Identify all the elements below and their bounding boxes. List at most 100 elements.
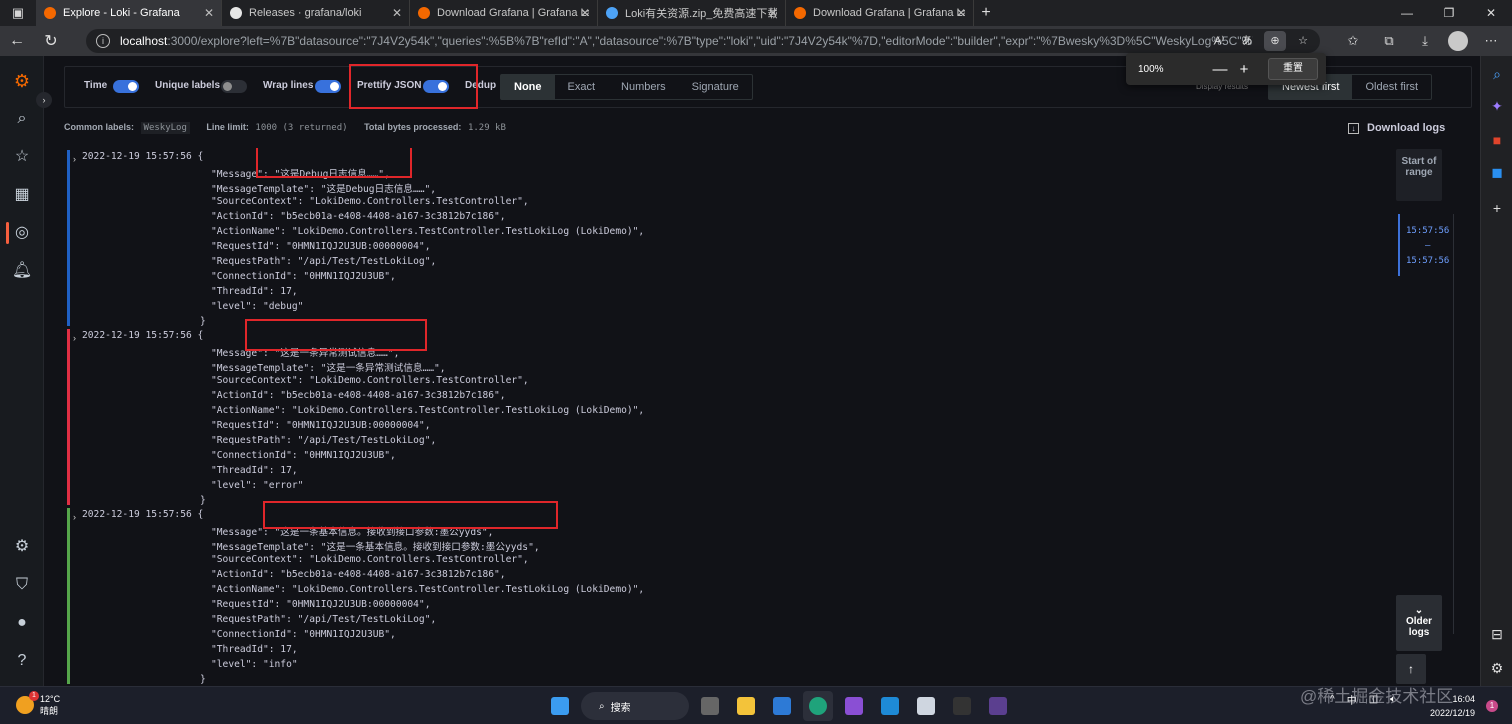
older-logs-button[interactable]: ⌄ Older logs — [1396, 595, 1442, 651]
log-row[interactable]: › 2022-12-19 15:57:56 { "Message": "这是一条… — [64, 501, 1384, 685]
terminal-button[interactable] — [947, 691, 977, 721]
search-icon[interactable]: ⌕ — [11, 108, 33, 130]
start-button[interactable] — [545, 691, 575, 721]
close-tab-icon[interactable]: ✕ — [768, 6, 778, 20]
dedup-option-exact[interactable]: Exact — [555, 75, 609, 99]
url-input[interactable]: i localhost :3000/explore?left=%7B"datas… — [86, 29, 1320, 53]
alerting-icon[interactable]: 🔔︎ — [11, 260, 33, 282]
unique-labels-toggle[interactable] — [221, 80, 247, 93]
minimize-icon[interactable]: — — [1386, 0, 1428, 26]
gear-icon[interactable]: ⚙ — [1487, 658, 1507, 678]
log-row[interactable]: › 2022-12-19 15:57:56 { "Message": "这是De… — [64, 148, 1384, 327]
zoom-icon[interactable]: ⊕ — [1264, 31, 1286, 51]
shield-icon[interactable]: ⛉ — [11, 574, 33, 596]
read-aloud-icon[interactable]: A⁾ — [1208, 31, 1230, 51]
vscode-icon — [881, 697, 899, 715]
log-row[interactable]: › 2022-12-19 15:57:56 { "Message": "这是一条… — [64, 319, 1384, 506]
notification-badge[interactable]: 1 — [1486, 700, 1498, 712]
vscode-button[interactable] — [875, 691, 905, 721]
translate-icon[interactable]: あ — [1236, 31, 1258, 51]
closing-brace: } — [200, 674, 206, 685]
url-path: :3000/explore?left=%7B"datasource":"7J4V… — [167, 34, 1254, 48]
task-view-button[interactable] — [695, 691, 725, 721]
help-icon[interactable]: ? — [11, 650, 33, 672]
outlook-icon[interactable]: ◼ — [1487, 162, 1507, 182]
favorite-add-icon[interactable]: ☆ — [1292, 31, 1314, 51]
dashboards-icon[interactable]: ▦ — [11, 184, 33, 206]
log-line: "RequestPath": "/api/Test/TestLokiLog", — [211, 256, 437, 267]
close-window-icon[interactable]: ✕ — [1470, 0, 1512, 26]
closing-brace: } — [200, 316, 206, 327]
edge-button[interactable] — [803, 691, 833, 721]
weather-widget[interactable]: 1 12°C 晴朗 — [16, 691, 60, 717]
browser-tab[interactable]: Explore - Loki - Grafana ✕ — [36, 0, 222, 26]
new-tab-icon[interactable]: + — [974, 4, 998, 22]
visual-studio-button[interactable] — [839, 691, 869, 721]
copilot-icon[interactable]: ✦ — [1487, 96, 1507, 116]
tab-actions-icon[interactable]: ▣ — [0, 0, 36, 26]
browser-tab[interactable]: Releases · grafana/loki ✕ — [222, 0, 410, 26]
start-of-range-button[interactable]: Start of range — [1396, 149, 1442, 201]
close-tab-icon[interactable]: ✕ — [204, 6, 214, 20]
range-time-label[interactable]: 15:57:56 — 15:57:56 — [1406, 224, 1449, 269]
file-explorer-button[interactable] — [731, 691, 761, 721]
office-icon[interactable]: ■ — [1487, 130, 1507, 150]
browser-tab[interactable]: Download Grafana | Grafana Lab ✕ — [410, 0, 598, 26]
browser-tab[interactable]: Loki有关资源.zip_免费高速下载|百 ✕ — [598, 0, 786, 26]
bytes-processed-label: Total bytes processed: — [364, 122, 462, 132]
zoom-out-icon[interactable]: — — [1208, 61, 1232, 78]
download-logs-label: Download logs — [1367, 122, 1446, 134]
user-avatar-icon[interactable]: ● — [11, 612, 33, 634]
grafana-icon — [44, 7, 56, 19]
browser-toolbar: ✩ ⧉ ⤓ ⋯ — [1340, 29, 1504, 53]
collections-icon[interactable]: ⧉ — [1376, 29, 1402, 53]
more-icon[interactable]: ⋯ — [1478, 29, 1504, 53]
taskbar-search[interactable]: ⌕ 搜索 — [581, 692, 689, 720]
zoom-in-icon[interactable]: + — [1232, 61, 1256, 78]
chevron-right-icon[interactable]: › — [73, 512, 76, 522]
zoom-reset-button[interactable]: 重置 — [1268, 58, 1318, 80]
time-label: Time — [84, 80, 108, 91]
sidebar-layout-icon[interactable]: ⊟ — [1487, 624, 1507, 644]
download-logs-button[interactable]: ↓ Download logs — [1348, 117, 1445, 139]
order-oldest-first[interactable]: Oldest first — [1352, 75, 1431, 99]
chevron-right-icon[interactable]: › — [36, 92, 52, 108]
log-line: "level": "debug" — [211, 301, 304, 312]
configuration-icon[interactable]: ⚙ — [11, 536, 33, 558]
log-line: "RequestId": "0HMN1IQJ2U3UB:00000004", — [211, 241, 431, 252]
chevron-right-icon[interactable]: › — [73, 154, 76, 164]
time-toggle[interactable] — [113, 80, 139, 93]
app-icon — [989, 697, 1007, 715]
starred-icon[interactable]: ☆ — [11, 146, 33, 168]
store-button[interactable] — [767, 691, 797, 721]
dedup-option-none[interactable]: None — [501, 75, 555, 99]
close-tab-icon[interactable]: ✕ — [956, 6, 966, 20]
downloads-icon[interactable]: ⤓ — [1412, 29, 1438, 53]
dedup-option-signature[interactable]: Signature — [679, 75, 752, 99]
close-tab-icon[interactable]: ✕ — [580, 6, 590, 20]
refresh-icon[interactable]: ↻ — [34, 26, 68, 56]
profile-avatar[interactable] — [1448, 31, 1468, 51]
close-tab-icon[interactable]: ✕ — [392, 6, 402, 20]
browser-tab[interactable]: Download Grafana | Grafana Lab ✕ — [786, 0, 974, 26]
app-button[interactable] — [911, 691, 941, 721]
maximize-icon[interactable]: ❐ — [1428, 0, 1470, 26]
explore-icon[interactable]: ◎ — [11, 222, 33, 244]
sun-icon: 1 — [16, 691, 39, 714]
back-icon[interactable]: ← — [0, 26, 34, 56]
log-timestamp: 2022-12-19 15:57:56 { — [82, 330, 204, 341]
app-button[interactable] — [983, 691, 1013, 721]
wrap-lines-toggle[interactable] — [315, 80, 341, 93]
highlight-box — [256, 148, 412, 178]
chevron-right-icon[interactable]: › — [73, 333, 76, 343]
scroll-to-top-icon[interactable]: ↑ — [1396, 654, 1426, 684]
add-icon[interactable]: + — [1487, 198, 1507, 218]
log-line: "RequestPath": "/api/Test/TestLokiLog", — [211, 435, 437, 446]
watermark: @稀土掘金技术社区 — [1300, 687, 1454, 706]
site-info-icon[interactable]: i — [96, 34, 110, 48]
dedup-option-numbers[interactable]: Numbers — [608, 75, 679, 99]
favorites-icon[interactable]: ✩ — [1340, 29, 1366, 53]
search-icon[interactable]: ⌕ — [1487, 64, 1507, 84]
grafana-logo-icon[interactable]: ⚙ — [11, 70, 33, 92]
log-level-bar — [67, 150, 70, 326]
